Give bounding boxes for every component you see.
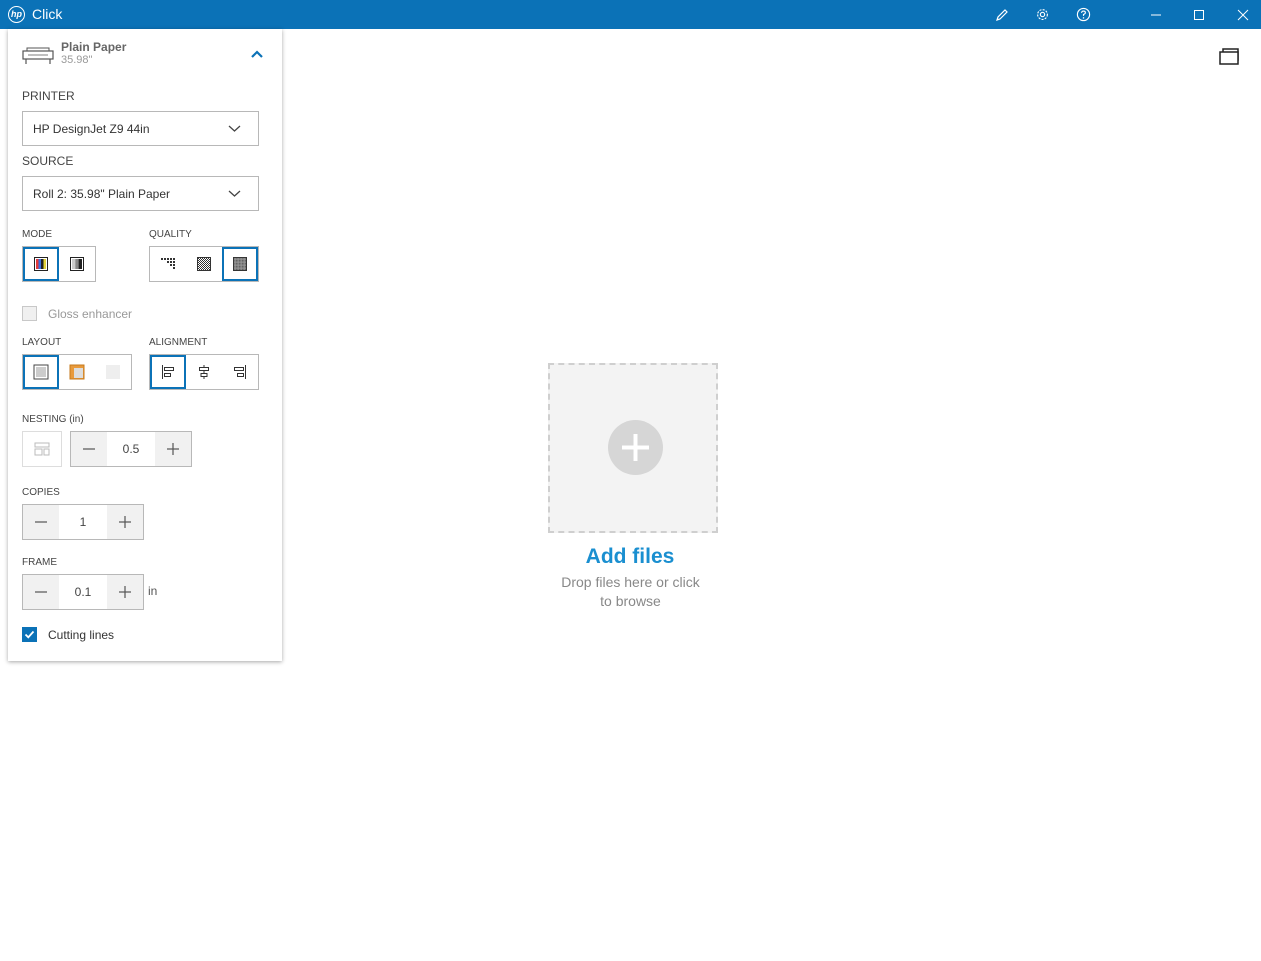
gloss-enhancer-label: Gloss enhancer bbox=[48, 307, 133, 321]
pencil-icon bbox=[996, 8, 1008, 21]
gloss-enhancer-checkbox[interactable] bbox=[22, 306, 37, 321]
print-queue-icon bbox=[1219, 48, 1239, 65]
checkmark-icon bbox=[24, 630, 35, 639]
nesting-stepper: 0.5 bbox=[70, 431, 192, 467]
chevron-down-icon bbox=[228, 190, 241, 197]
file-drop-zone[interactable] bbox=[548, 363, 718, 533]
printer-select[interactable]: HP DesignJet Z9 44in bbox=[22, 111, 259, 146]
nesting-decrement-button[interactable] bbox=[71, 432, 107, 466]
mode-label: MODE bbox=[22, 229, 52, 240]
layout-none-button[interactable] bbox=[95, 355, 131, 389]
align-left-button[interactable] bbox=[150, 355, 186, 389]
source-label: SOURCE bbox=[22, 154, 74, 168]
layout-none-icon bbox=[106, 365, 120, 379]
minimize-icon bbox=[1151, 14, 1161, 15]
copies-decrement-button[interactable] bbox=[23, 505, 59, 539]
align-right-icon bbox=[234, 365, 246, 379]
source-select-value: Roll 2: 35.98" Plain Paper bbox=[33, 187, 171, 201]
minimize-button[interactable] bbox=[1139, 0, 1173, 29]
mode-grayscale-button[interactable] bbox=[59, 247, 95, 281]
collapse-panel-button[interactable] bbox=[250, 46, 266, 60]
nesting-toggle-button[interactable] bbox=[22, 431, 62, 467]
copies-increment-button[interactable] bbox=[107, 505, 143, 539]
quality-best-icon bbox=[233, 257, 247, 271]
layout-selector bbox=[22, 354, 132, 390]
align-right-button[interactable] bbox=[222, 355, 258, 389]
media-size: 35.98" bbox=[61, 54, 93, 66]
help-button[interactable] bbox=[1066, 0, 1100, 29]
help-icon bbox=[1076, 7, 1090, 22]
align-center-button[interactable] bbox=[186, 355, 222, 389]
plus-icon bbox=[167, 443, 179, 455]
printer-media-icon bbox=[22, 47, 54, 70]
quality-label: QUALITY bbox=[149, 229, 192, 240]
quality-fast-button[interactable] bbox=[150, 247, 186, 281]
maximize-icon bbox=[1194, 9, 1204, 20]
print-queue-button[interactable] bbox=[1218, 46, 1242, 68]
title-bar: hp Click bbox=[0, 0, 1261, 29]
hp-logo: hp bbox=[8, 6, 25, 23]
cutting-lines-label: Cutting lines bbox=[48, 628, 115, 642]
frame-stepper: 0.1 bbox=[22, 574, 144, 610]
chevron-up-icon bbox=[251, 50, 263, 58]
frame-unit: in bbox=[148, 584, 158, 598]
source-select[interactable]: Roll 2: 35.98" Plain Paper bbox=[22, 176, 259, 211]
settings-button[interactable] bbox=[1025, 0, 1059, 29]
layout-label: LAYOUT bbox=[22, 337, 62, 348]
maximize-button[interactable] bbox=[1182, 0, 1216, 29]
minus-icon bbox=[83, 448, 95, 450]
align-center-icon bbox=[199, 365, 209, 379]
drop-instructions-line1: Drop files here or click bbox=[561, 574, 700, 590]
close-icon bbox=[1237, 9, 1249, 20]
add-files-link[interactable]: Add files bbox=[540, 545, 720, 569]
frame-label: FRAME bbox=[22, 557, 57, 568]
copies-value[interactable]: 1 bbox=[59, 505, 107, 539]
minus-icon bbox=[35, 521, 47, 523]
layout-fit-button[interactable] bbox=[23, 355, 59, 389]
mode-color-button[interactable] bbox=[23, 247, 59, 281]
cutting-lines-checkbox[interactable] bbox=[22, 627, 37, 642]
nesting-increment-button[interactable] bbox=[155, 432, 191, 466]
add-files-icon bbox=[608, 420, 663, 475]
gear-icon bbox=[1036, 9, 1048, 20]
align-left-icon bbox=[162, 365, 174, 379]
edit-button[interactable] bbox=[985, 0, 1019, 29]
minus-icon bbox=[35, 591, 47, 593]
media-name: Plain Paper bbox=[61, 40, 127, 54]
grayscale-mode-icon bbox=[70, 257, 84, 271]
color-mode-icon bbox=[34, 257, 48, 271]
alignment-label: ALIGNMENT bbox=[149, 337, 208, 348]
nesting-icon bbox=[34, 442, 50, 456]
frame-increment-button[interactable] bbox=[107, 575, 143, 609]
printer-label: PRINTER bbox=[22, 89, 75, 103]
quality-normal-icon bbox=[197, 257, 211, 271]
quality-normal-button[interactable] bbox=[186, 247, 222, 281]
copies-label: COPIES bbox=[22, 487, 60, 498]
copies-stepper: 1 bbox=[22, 504, 144, 540]
mode-selector bbox=[22, 246, 96, 282]
plus-icon bbox=[119, 516, 131, 528]
quality-selector bbox=[149, 246, 259, 282]
layout-custom-button[interactable] bbox=[59, 355, 95, 389]
plus-icon bbox=[119, 586, 131, 598]
nesting-label: NESTING (in) bbox=[22, 414, 84, 425]
frame-value[interactable]: 0.1 bbox=[59, 575, 107, 609]
drop-instructions: Drop files here or click to browse bbox=[548, 573, 713, 611]
quality-fast-icon bbox=[161, 258, 175, 269]
print-settings-panel: Plain Paper 35.98" PRINTER HP DesignJet … bbox=[8, 29, 282, 661]
alignment-selector bbox=[149, 354, 259, 390]
drop-instructions-line2: to browse bbox=[600, 593, 661, 609]
app-title: Click bbox=[32, 6, 63, 22]
chevron-down-icon bbox=[228, 125, 241, 132]
frame-decrement-button[interactable] bbox=[23, 575, 59, 609]
layout-fit-icon bbox=[33, 364, 49, 380]
printer-select-value: HP DesignJet Z9 44in bbox=[33, 122, 150, 136]
nesting-value[interactable]: 0.5 bbox=[107, 432, 155, 466]
quality-best-button[interactable] bbox=[222, 247, 258, 281]
close-button[interactable] bbox=[1226, 0, 1260, 29]
layout-custom-icon bbox=[69, 364, 85, 380]
